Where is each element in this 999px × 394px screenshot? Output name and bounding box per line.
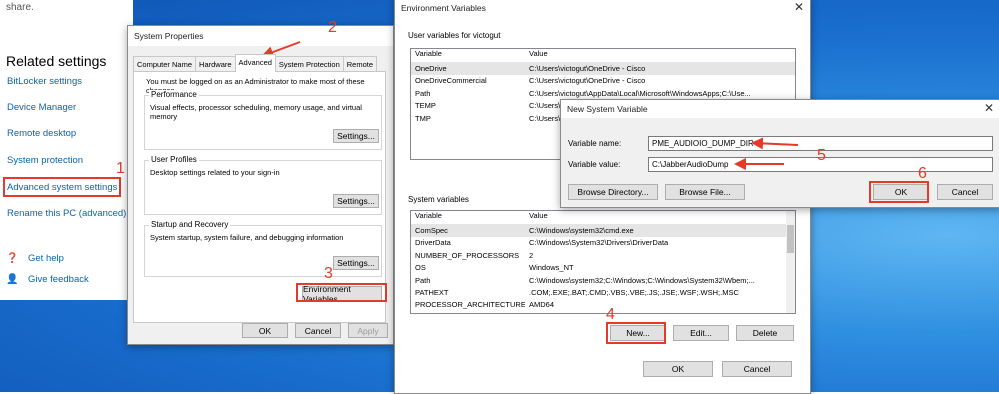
variable-value-label: Variable value: — [568, 160, 621, 169]
annotation-4: 4 — [606, 306, 615, 323]
help-icon: ❓ — [6, 253, 19, 264]
sysprop-cancel-button[interactable]: Cancel — [295, 323, 341, 338]
system-protection-link[interactable]: System protection — [7, 155, 83, 166]
startup-recovery-title: Startup and Recovery — [149, 220, 231, 229]
settings-panel: share. Related settings BitLocker settin… — [0, 0, 133, 300]
variable-column-header[interactable]: Variable — [411, 211, 525, 224]
get-help-label: Get help — [28, 253, 64, 264]
annotation-6: 6 — [918, 165, 927, 182]
variable-name-label: Variable name: — [568, 139, 622, 148]
tab-hardware[interactable]: Hardware — [195, 56, 236, 72]
system-properties-titlebar: System Properties — [128, 26, 393, 46]
env-vars-title: Environment Variables — [401, 3, 486, 13]
give-feedback-row[interactable]: 👤 Give feedback — [6, 274, 89, 285]
table-row[interactable]: Path C:\Windows\system32;C:\Windows;C:\Wi… — [411, 275, 795, 287]
sysprop-apply-button[interactable]: Apply — [348, 323, 388, 338]
performance-settings-button[interactable]: Settings... — [333, 129, 379, 143]
device-manager-link[interactable]: Device Manager — [7, 102, 76, 113]
tab-system-protection[interactable]: System Protection — [274, 56, 344, 72]
sysprop-ok-button[interactable]: OK — [242, 323, 288, 338]
remote-desktop-link[interactable]: Remote desktop — [7, 128, 76, 139]
startup-settings-button[interactable]: Settings... — [333, 256, 379, 270]
new-var-title: New System Variable — [567, 104, 648, 114]
system-variables-header: Variable Value — [411, 211, 795, 225]
table-row[interactable]: PROCESSOR_ARCHITECTURE AMD64 — [411, 299, 795, 311]
system-variables-list[interactable]: Variable Value ComSpec C:\Windows\system3… — [410, 210, 796, 314]
highlight-env-variables — [296, 283, 387, 302]
delete-variable-button[interactable]: Delete — [736, 325, 794, 341]
related-settings-heading: Related settings — [6, 53, 107, 69]
env-cancel-button[interactable]: Cancel — [722, 361, 792, 377]
system-properties-tabs: Computer Name Hardware Advanced System P… — [133, 54, 378, 72]
env-ok-button[interactable]: OK — [643, 361, 713, 377]
value-column-header[interactable]: Value — [525, 49, 548, 62]
list-item[interactable]: OneDrive C:\Users\victogut\OneDrive - Cis… — [411, 63, 795, 76]
highlight-advanced-settings — [3, 177, 121, 197]
env-vars-titlebar: Environment Variables ✕ — [395, 0, 810, 18]
table-row[interactable]: PATHEXT .COM;.EXE;.BAT;.CMD;.VBS;.VBE;.JS… — [411, 287, 795, 299]
performance-title: Performance — [149, 90, 199, 99]
value-column-header[interactable]: Value — [525, 211, 548, 224]
highlight-ok-button — [869, 181, 929, 203]
table-row[interactable]: ComSpec C:\Windows\system32\cmd.exe — [411, 225, 795, 238]
tab-computer-name[interactable]: Computer Name — [133, 56, 197, 72]
bitlocker-settings-link[interactable]: BitLocker settings — [7, 76, 82, 87]
give-feedback-label: Give feedback — [28, 274, 89, 285]
variable-column-header[interactable]: Variable — [411, 49, 525, 62]
tab-advanced[interactable]: Advanced — [234, 54, 276, 72]
list-item[interactable]: OneDriveCommercial C:\Users\victogut\OneD… — [411, 75, 795, 87]
system-properties-title: System Properties — [134, 31, 204, 41]
system-variables-label: System variables — [408, 195, 469, 204]
share-text: share. — [6, 2, 34, 13]
browse-file-button[interactable]: Browse File... — [665, 184, 745, 200]
table-row[interactable]: NUMBER_OF_PROCESSORS 2 — [411, 250, 795, 262]
get-help-row[interactable]: ❓ Get help — [6, 253, 64, 264]
feedback-icon: 👤 — [6, 274, 19, 285]
scrollbar-thumb[interactable] — [787, 225, 794, 253]
new-system-variable-dialog: New System Variable ✕ Variable name: PME… — [560, 99, 999, 208]
highlight-new-button — [606, 322, 666, 344]
table-row[interactable]: DriverData C:\Windows\System32\Drivers\Dr… — [411, 237, 795, 249]
annotation-1: 1 — [116, 160, 125, 177]
annotation-3: 3 — [324, 265, 333, 282]
user-profiles-group: User Profiles Desktop settings related t… — [144, 155, 382, 215]
browse-directory-button[interactable]: Browse Directory... — [568, 184, 658, 200]
startup-recovery-desc: System startup, system failure, and debu… — [150, 233, 344, 242]
new-var-cancel-button[interactable]: Cancel — [937, 184, 993, 200]
startup-recovery-group: Startup and Recovery System startup, sys… — [144, 220, 382, 277]
edit-variable-button[interactable]: Edit... — [673, 325, 729, 341]
tab-remote[interactable]: Remote — [342, 56, 378, 72]
user-variables-label: User variables for victogut — [408, 31, 501, 40]
performance-group: Performance Visual effects, processor sc… — [144, 90, 382, 150]
table-row[interactable]: OS Windows_NT — [411, 262, 795, 274]
performance-desc: Visual effects, processor scheduling, me… — [150, 103, 362, 121]
rename-pc-link[interactable]: Rename this PC (advanced) — [7, 208, 126, 219]
user-variables-header: Variable Value — [411, 49, 795, 63]
user-profiles-desc: Desktop settings related to your sign-in — [150, 168, 280, 177]
annotation-5: 5 — [817, 147, 826, 164]
system-list-scrollbar[interactable] — [786, 211, 795, 313]
user-profiles-title: User Profiles — [149, 155, 199, 164]
close-icon[interactable]: ✕ — [794, 0, 804, 14]
close-icon[interactable]: ✕ — [984, 101, 994, 115]
new-var-titlebar: New System Variable ✕ — [561, 100, 999, 118]
annotation-2: 2 — [328, 19, 337, 36]
user-profiles-settings-button[interactable]: Settings... — [333, 194, 379, 208]
